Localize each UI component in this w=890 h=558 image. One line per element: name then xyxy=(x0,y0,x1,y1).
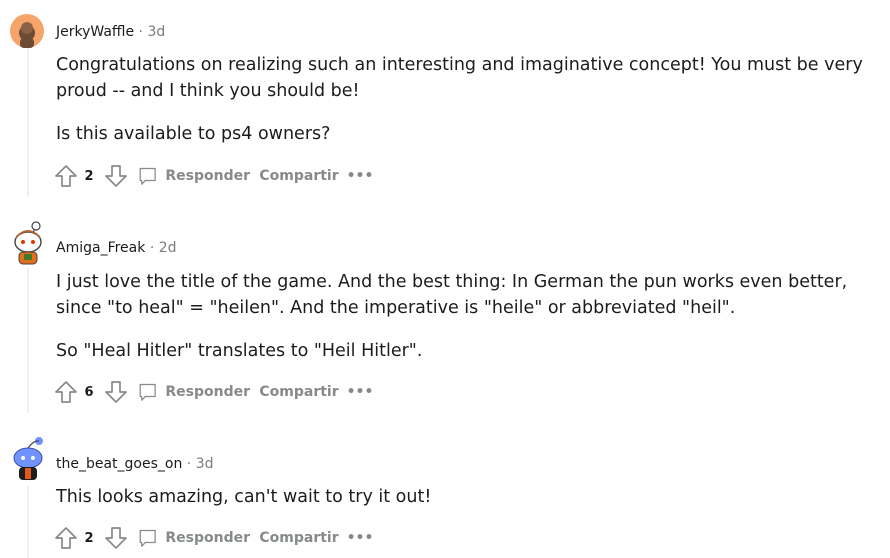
arrow-up-icon xyxy=(55,165,77,187)
comment-meta: Amiga_Freak · 2d xyxy=(56,239,177,257)
comment-bubble-icon xyxy=(139,529,156,547)
arrow-up-icon xyxy=(55,381,77,403)
timestamp[interactable]: 3d xyxy=(147,24,165,40)
meta-separator: · xyxy=(138,24,143,40)
comment: the_beat_goes_on · 3d This looks amazing… xyxy=(0,437,890,558)
meta-separator: · xyxy=(149,240,155,256)
comment-meta: JerkyWaffle · 3d xyxy=(56,23,165,41)
comment-actions: 2 Responder Compartir ••• xyxy=(52,162,412,190)
comment-paragraph: Congratulations on realizing such an int… xyxy=(56,55,863,101)
username[interactable]: the_beat_goes_on xyxy=(56,456,182,472)
user-avatar-icon xyxy=(13,437,43,480)
share-button[interactable]: Compartir xyxy=(259,162,338,190)
arrow-down-icon xyxy=(105,381,127,403)
reply-label: Responder xyxy=(165,530,250,546)
share-button[interactable]: Compartir xyxy=(259,378,338,406)
comment-meta: the_beat_goes_on · 3d xyxy=(56,455,214,473)
comment-body: I just love the title of the game. And t… xyxy=(56,269,886,364)
comment-body: Congratulations on realizing such an int… xyxy=(56,52,886,147)
upvote-button[interactable] xyxy=(52,378,80,406)
meta-separator: · xyxy=(186,456,192,472)
comment: JerkyWaffle · 3d Congratulations on real… xyxy=(0,14,890,194)
comment-bubble-icon xyxy=(139,383,156,401)
more-options-button[interactable]: ••• xyxy=(347,378,374,406)
comment-paragraph: I just love the title of the game. And t… xyxy=(56,272,848,318)
username[interactable]: JerkyWaffle xyxy=(56,24,134,40)
comment-bubble-icon xyxy=(139,167,156,185)
reply-button[interactable]: Responder xyxy=(138,162,250,190)
more-options-button[interactable]: ••• xyxy=(347,524,374,552)
comment-paragraph: So "Heal Hitler" translates to "Heil Hit… xyxy=(56,341,423,361)
arrow-down-icon xyxy=(105,165,127,187)
more-options-button[interactable]: ••• xyxy=(347,162,374,190)
comment-paragraph: This looks amazing, can't wait to try it… xyxy=(56,487,432,507)
reply-button[interactable]: Responder xyxy=(138,524,250,552)
reply-button[interactable]: Responder xyxy=(138,378,250,406)
avatar[interactable] xyxy=(10,14,44,48)
downvote-button[interactable] xyxy=(102,162,130,190)
timestamp[interactable]: 2d xyxy=(159,240,177,256)
user-avatar-icon xyxy=(14,221,42,265)
comment-actions: 2 Responder Compartir ••• xyxy=(52,524,412,552)
comment-body: This looks amazing, can't wait to try it… xyxy=(56,484,886,510)
share-button[interactable]: Compartir xyxy=(259,524,338,552)
upvote-button[interactable] xyxy=(52,162,80,190)
reply-label: Responder xyxy=(165,384,250,400)
comment-actions: 6 Responder Compartir ••• xyxy=(52,378,412,406)
arrow-up-icon xyxy=(55,527,77,549)
reply-label: Responder xyxy=(165,168,250,184)
vote-count: 2 xyxy=(84,530,94,546)
user-avatar-icon xyxy=(10,14,44,48)
downvote-button[interactable] xyxy=(102,378,130,406)
downvote-button[interactable] xyxy=(102,524,130,552)
comment-paragraph: Is this available to ps4 owners? xyxy=(56,124,331,144)
arrow-down-icon xyxy=(105,527,127,549)
vote-count: 2 xyxy=(84,168,94,184)
comment: Amiga_Freak · 2d I just love the title o… xyxy=(0,221,890,420)
username[interactable]: Amiga_Freak xyxy=(56,240,145,256)
vote-count: 6 xyxy=(84,384,94,400)
timestamp[interactable]: 3d xyxy=(196,456,214,472)
avatar[interactable] xyxy=(10,220,44,265)
avatar[interactable] xyxy=(10,434,44,480)
upvote-button[interactable] xyxy=(52,524,80,552)
